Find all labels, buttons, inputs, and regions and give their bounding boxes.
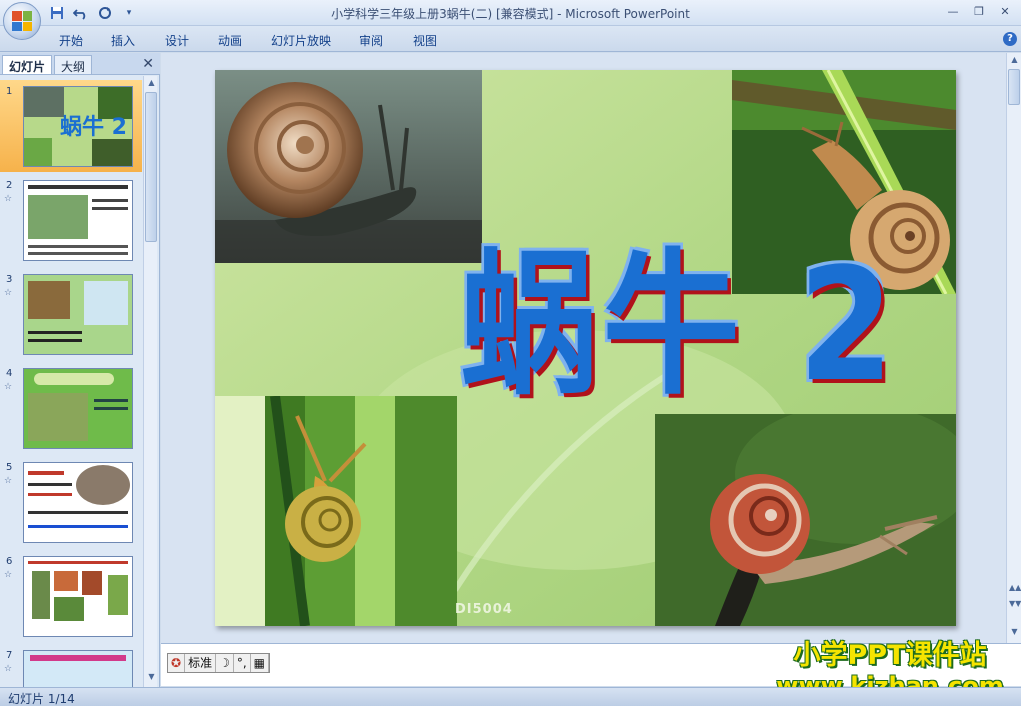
slide-title: 蜗牛 2: [460, 234, 899, 416]
thumbnail-number: 3: [6, 274, 13, 285]
close-panel-icon[interactable]: ✕: [142, 56, 154, 72]
tab-home[interactable]: 开始: [59, 32, 83, 49]
thumbnail-number: 4: [6, 368, 13, 379]
thumbnail-4[interactable]: 4 ☆: [0, 362, 142, 454]
slide-indicator: 幻灯片 1/14: [8, 692, 75, 706]
status-bar: 幻灯片 1/14: [0, 687, 1021, 706]
thumbnail-image: [23, 274, 133, 355]
panel-tabs: 幻灯片 大纲 ✕: [0, 53, 160, 75]
scroll-up-icon[interactable]: ▲: [146, 78, 157, 90]
ime-toolbar[interactable]: ✪ 标准 ☽ °, ▦: [167, 653, 271, 673]
ime-punctuation-icon[interactable]: °,: [234, 654, 251, 672]
watermark-title: 小学PPT课件站: [793, 640, 987, 671]
ime-mode-button[interactable]: 标准: [185, 654, 217, 672]
scroll-up-icon[interactable]: ▲: [1009, 55, 1020, 67]
snail-photo-bottom-right: [655, 414, 956, 626]
thumbnail-3[interactable]: 3 ☆: [0, 268, 142, 360]
ime-logo-icon[interactable]: ✪: [168, 654, 186, 672]
minimize-icon[interactable]: —: [941, 3, 965, 20]
close-icon[interactable]: ✕: [993, 3, 1017, 20]
tab-outline[interactable]: 大纲: [54, 55, 93, 74]
tab-slideshow[interactable]: 幻灯片放映: [271, 32, 331, 49]
thumbnail-image: [23, 462, 133, 543]
office-button[interactable]: [3, 2, 41, 40]
animation-star-icon: ☆: [4, 476, 13, 486]
ribbon-tabs: 开始 插入 设计 动画 幻灯片放映 审阅 视图 ?: [0, 26, 1021, 52]
tab-slides[interactable]: 幻灯片: [2, 55, 53, 74]
thumbnail-7[interactable]: 7 ☆: [0, 644, 142, 687]
thumbnail-image: [23, 180, 133, 261]
restore-icon[interactable]: ❐: [967, 3, 991, 20]
ime-moon-icon[interactable]: ☽: [216, 654, 234, 672]
snail-photo-bottom-left: [215, 396, 457, 626]
thumbnail-number: 5: [6, 462, 13, 473]
slides-panel: 幻灯片 大纲 ✕ 1 蜗牛 2 2 ☆ 3 ☆ 4 ☆ 5 ☆ 6 ☆ 7 ☆ …: [0, 53, 160, 687]
office-logo-icon: [12, 11, 32, 31]
next-slide-icon[interactable]: ▼▼: [1009, 599, 1021, 611]
scroll-thumb[interactable]: [145, 92, 157, 242]
previous-slide-icon[interactable]: ▲▲: [1009, 583, 1021, 595]
thumbnail-1[interactable]: 1 蜗牛 2: [0, 80, 142, 172]
tab-insert[interactable]: 插入: [111, 32, 135, 49]
thumbnail-number: 1: [6, 86, 13, 97]
ime-keyboard-icon[interactable]: ▦: [251, 654, 270, 672]
snail-photo-top-left: [215, 70, 482, 263]
window-title: 小学科学三年级上册3蜗牛(二) [兼容模式] - Microsoft Power…: [331, 7, 690, 21]
tab-view[interactable]: 视图: [413, 32, 437, 49]
thumbnail-number: 2: [6, 180, 13, 191]
window-controls: — ❐ ✕: [941, 3, 1017, 20]
slide-canvas[interactable]: 蜗牛 2 DI5004: [215, 70, 956, 626]
thumbnail-image: [23, 368, 133, 449]
animation-star-icon: ☆: [4, 664, 13, 674]
scroll-down-icon[interactable]: ▼: [1009, 627, 1020, 639]
help-icon[interactable]: ?: [1003, 32, 1017, 46]
tab-design[interactable]: 设计: [165, 32, 189, 49]
thumbnail-5[interactable]: 5 ☆: [0, 456, 142, 548]
title-bar: ▾ 小学科学三年级上册3蜗牛(二) [兼容模式] - Microsoft Pow…: [0, 0, 1021, 26]
slide-editing-area: 蜗牛 2 DI5004: [161, 53, 1006, 643]
thumbnail-6[interactable]: 6 ☆: [0, 550, 142, 642]
thumbnail-image: [23, 556, 133, 637]
tab-animation[interactable]: 动画: [218, 32, 242, 49]
thumbnail-image: [23, 650, 133, 687]
thumbnail-number: 7: [6, 650, 13, 661]
scroll-down-icon[interactable]: ▼: [146, 672, 157, 684]
slide-thumbnails: 1 蜗牛 2 2 ☆ 3 ☆ 4 ☆ 5 ☆ 6 ☆ 7 ☆: [0, 76, 142, 687]
animation-star-icon: ☆: [4, 382, 13, 392]
scroll-thumb[interactable]: [1008, 69, 1020, 105]
thumbnail-image: 蜗牛 2: [23, 86, 133, 167]
thumbnail-number: 6: [6, 556, 13, 567]
tab-review[interactable]: 审阅: [359, 32, 383, 49]
thumbnail-2[interactable]: 2 ☆: [0, 174, 142, 266]
thumbnails-scrollbar[interactable]: ▲ ▼: [143, 76, 157, 687]
animation-star-icon: ☆: [4, 288, 13, 298]
animation-star-icon: ☆: [4, 570, 13, 580]
animation-star-icon: ☆: [4, 194, 13, 204]
slide-code-text: DI5004: [455, 602, 513, 617]
editing-scrollbar[interactable]: ▲ ▲▲ ▼▼ ▼: [1006, 53, 1021, 643]
